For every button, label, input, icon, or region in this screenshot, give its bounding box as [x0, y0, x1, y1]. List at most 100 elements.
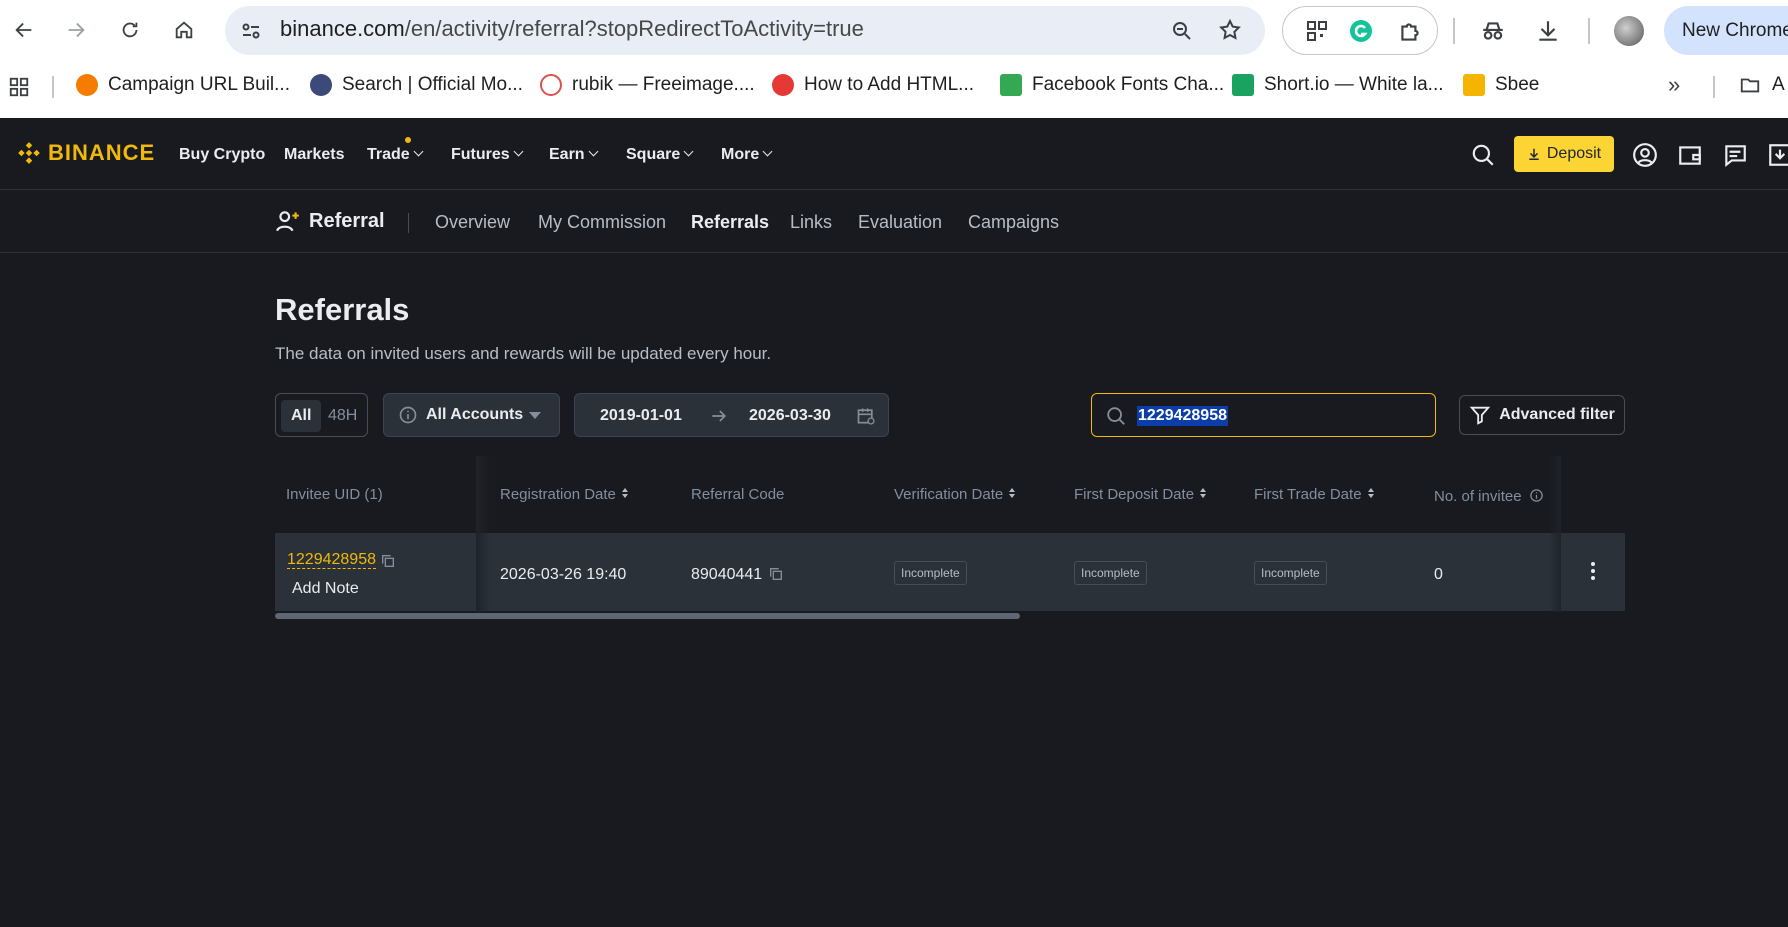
- nav-label: Square: [626, 146, 681, 163]
- tab-referrals[interactable]: Referrals: [691, 212, 769, 233]
- range-48h-button[interactable]: 48H: [318, 400, 367, 432]
- nav-buy-crypto[interactable]: Buy Crypto: [179, 146, 265, 164]
- uid-search-input[interactable]: 1229428958: [1091, 393, 1436, 437]
- bookmarks-bar: Campaign URL Buil... Search | Official M…: [0, 66, 1788, 106]
- info-circle-icon: [399, 406, 417, 424]
- bookmark-favicon-icon: [76, 74, 98, 96]
- deposit-button[interactable]: Deposit: [1514, 136, 1614, 172]
- bookmark-add-html[interactable]: How to Add HTML...: [772, 74, 974, 96]
- table-horizontal-scrollbar[interactable]: [275, 613, 1020, 619]
- row-more-options-icon[interactable]: [1590, 562, 1596, 580]
- copy-icon[interactable]: [768, 566, 784, 582]
- nav-more[interactable]: More: [721, 146, 773, 164]
- column-header-no-of-invitee: No. of invitee: [1434, 486, 1544, 505]
- bookmark-label: Search | Official Mo...: [342, 74, 523, 95]
- nav-markets[interactable]: Markets: [284, 146, 344, 164]
- new-chrome-button[interactable]: New Chrome: [1664, 6, 1788, 55]
- nav-earn[interactable]: Earn: [549, 146, 599, 164]
- column-header-first-deposit-date[interactable]: First Deposit Date: [1074, 486, 1207, 503]
- bookmark-label: Facebook Fonts Cha...: [1032, 74, 1225, 95]
- bookmark-search-official[interactable]: Search | Official Mo...: [310, 74, 523, 96]
- search-icon[interactable]: [1470, 142, 1496, 168]
- browser-chrome: binance.com/en/activity/referral?stopRed…: [0, 0, 1788, 118]
- wallet-icon[interactable]: [1677, 142, 1703, 168]
- advanced-filter-button[interactable]: Advanced filter: [1459, 395, 1625, 435]
- incognito-icon[interactable]: [1480, 18, 1506, 44]
- sticky-column-shadow: [1549, 456, 1561, 612]
- bookmark-campaign-url[interactable]: Campaign URL Buil...: [76, 74, 290, 96]
- page-title: Referrals: [275, 292, 410, 327]
- nav-label: Trade: [367, 146, 410, 163]
- invitee-uid-value: 1229428958: [287, 551, 376, 569]
- copy-icon[interactable]: [380, 553, 396, 569]
- calendar-icon[interactable]: [856, 406, 876, 426]
- download-icon[interactable]: [1535, 18, 1561, 44]
- nav-label: Buy Crypto: [179, 146, 266, 163]
- messages-icon[interactable]: [1722, 142, 1748, 168]
- download-app-icon[interactable]: [1767, 142, 1788, 168]
- forward-button[interactable]: [58, 12, 94, 48]
- bookmark-favicon-icon: [540, 74, 562, 96]
- zoom-icon[interactable]: [1170, 19, 1194, 43]
- first-deposit-status-badge: Incomplete: [1074, 561, 1147, 585]
- advanced-filter-label: Advanced filter: [1499, 406, 1615, 423]
- date-range-picker[interactable]: 2019-01-01 2026-03-30: [574, 393, 889, 437]
- bookmark-label: rubik — Freeimage....: [572, 74, 755, 95]
- bookmarks-overflow-icon[interactable]: »: [1668, 72, 1680, 98]
- qr-code-extension-icon[interactable]: [1305, 19, 1329, 43]
- extensions-puzzle-icon[interactable]: [1397, 19, 1423, 45]
- chevron-down-icon: [588, 146, 599, 157]
- reload-button[interactable]: [112, 12, 148, 48]
- column-header-label: First Deposit Date: [1074, 486, 1195, 503]
- column-header-verification-date[interactable]: Verification Date: [894, 486, 1016, 503]
- site-settings-icon[interactable]: [239, 19, 263, 43]
- bookmarks-divider: [52, 76, 54, 98]
- profile-avatar[interactable]: [1614, 16, 1644, 46]
- home-icon: [175, 21, 193, 39]
- bookmark-star-icon[interactable]: [1218, 18, 1242, 42]
- apps-grid-icon[interactable]: [8, 76, 30, 98]
- column-header-registration-date[interactable]: Registration Date: [500, 486, 629, 503]
- accounts-select-value: All Accounts: [426, 406, 524, 423]
- back-button[interactable]: [6, 12, 42, 48]
- user-profile-icon[interactable]: [1632, 142, 1658, 168]
- add-note-button[interactable]: Add Note: [292, 580, 359, 598]
- home-button[interactable]: [166, 12, 202, 48]
- nav-square[interactable]: Square: [626, 146, 694, 164]
- column-header-label: No. of invitee: [1434, 488, 1522, 505]
- bookmark-short-io[interactable]: Short.io — White la...: [1232, 74, 1444, 96]
- tab-evaluation[interactable]: Evaluation: [858, 212, 942, 233]
- tab-campaigns[interactable]: Campaigns: [968, 212, 1059, 233]
- nav-trade[interactable]: Trade: [367, 146, 424, 164]
- grammarly-extension-icon[interactable]: [1349, 19, 1373, 43]
- bookmark-sbee[interactable]: Sbee: [1463, 74, 1539, 96]
- bookmark-favicon-icon: [1232, 74, 1254, 96]
- referral-title[interactable]: Referral: [275, 208, 385, 234]
- binance-logo[interactable]: BINANCE: [16, 140, 155, 166]
- tab-overview[interactable]: Overview: [435, 212, 510, 233]
- filter-funnel-icon: [1469, 406, 1491, 425]
- nav-futures[interactable]: Futures: [451, 146, 524, 164]
- invitee-uid-link[interactable]: 1229428958: [287, 551, 376, 569]
- sticky-column-shadow: [476, 456, 490, 612]
- url-text[interactable]: binance.com/en/activity/referral?stopRed…: [280, 16, 864, 42]
- reload-icon: [122, 22, 138, 38]
- forward-arrow-icon: [68, 22, 85, 38]
- toolbar-divider: [1588, 18, 1590, 44]
- date-start[interactable]: 2019-01-01: [600, 407, 682, 425]
- tab-my-commission[interactable]: My Commission: [538, 212, 666, 233]
- tab-links[interactable]: Links: [790, 212, 832, 233]
- date-end[interactable]: 2026-03-30: [749, 407, 831, 425]
- column-header-first-trade-date[interactable]: First Trade Date: [1254, 486, 1375, 503]
- bookmark-rubik[interactable]: rubik — Freeimage....: [540, 74, 755, 96]
- sort-icon: [1199, 488, 1207, 500]
- accounts-select[interactable]: All Accounts: [383, 393, 560, 437]
- column-header-label: Verification Date: [894, 486, 1004, 503]
- bookmark-label: Campaign URL Buil...: [108, 74, 290, 95]
- bookmark-folder[interactable]: A: [1738, 74, 1785, 96]
- range-all-button[interactable]: All: [281, 400, 322, 432]
- bookmark-facebook-fonts[interactable]: Facebook Fonts Cha...: [1000, 74, 1224, 96]
- nav-label: More: [721, 146, 760, 163]
- info-circle-icon[interactable]: [1529, 488, 1544, 503]
- arrow-right-icon: [712, 410, 727, 422]
